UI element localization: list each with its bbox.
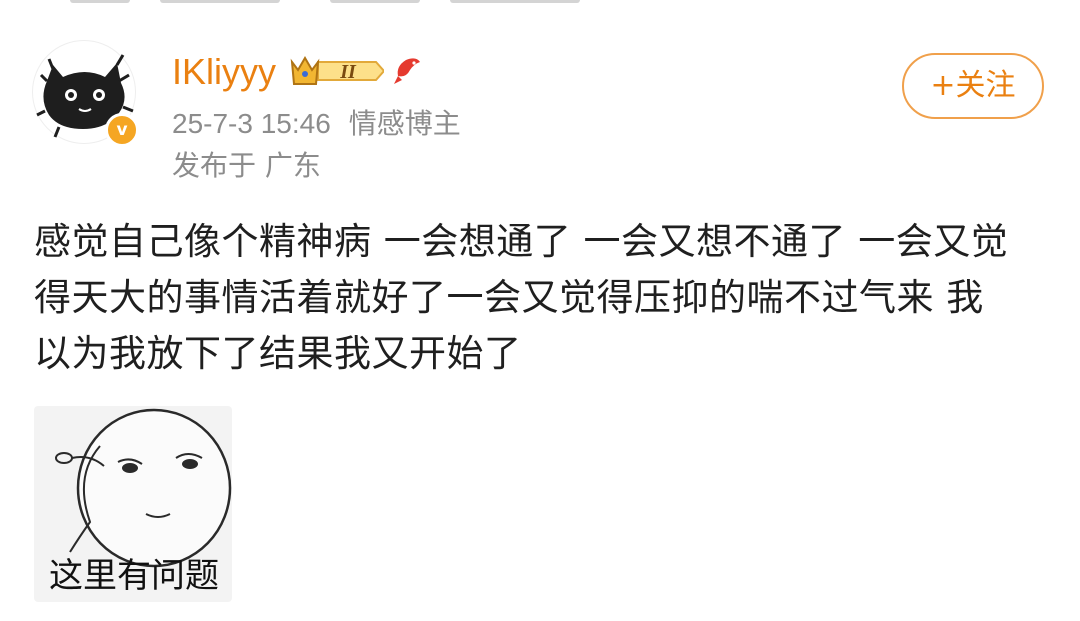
post-text-line: 感觉自己像个精神病 一会想通了 一会又想不通了 一会又觉 <box>34 220 1009 263</box>
post-location: 发布于 广东 <box>172 149 321 182</box>
vip-level: II <box>339 61 357 83</box>
follow-button[interactable]: +关注 <box>902 53 1044 119</box>
verified-v-icon: v <box>105 113 139 147</box>
previous-post-fragment <box>0 0 1080 6</box>
user-tag: 情感博主 <box>348 108 461 139</box>
post-text: 感觉自己像个精神病 一会想通了 一会又想不通了 一会又觉 得天大的事情活着就好了… <box>34 214 1054 382</box>
post-time: 25-7-3 15:46 <box>172 108 331 139</box>
sticker-image[interactable]: 这里有问题 <box>34 406 232 602</box>
sticker-caption: 这里有问题 <box>49 556 219 596</box>
crown-vip-icon[interactable]: II <box>290 54 384 88</box>
post-meta: 25-7-3 15:46 情感博主 <box>172 106 461 142</box>
avatar[interactable]: v <box>32 40 139 147</box>
red-fish-icon <box>394 58 420 84</box>
post-text-line: 以为我放下了结果我又开始了 <box>34 332 522 375</box>
post-text-line: 得天大的事情活着就好了一会又觉得压抑的喘不过气来 我 <box>34 276 984 319</box>
username[interactable]: IKliyyy <box>172 48 276 96</box>
